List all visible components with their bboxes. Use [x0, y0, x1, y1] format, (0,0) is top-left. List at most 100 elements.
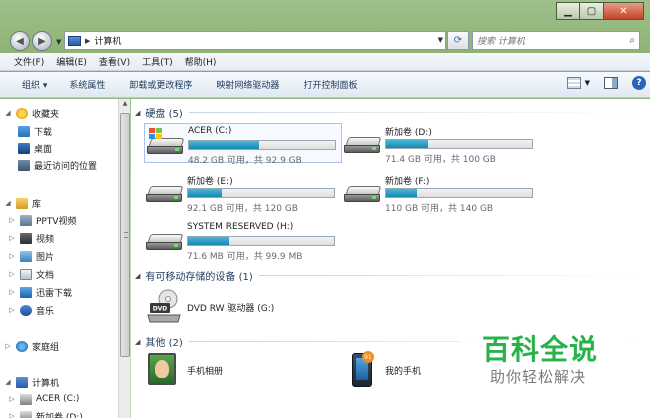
open-control-panel-button[interactable]: 打开控制面板 [303, 78, 357, 91]
expand-arrow-icon[interactable]: ▷ [4, 288, 20, 296]
view-options-dropdown-icon[interactable]: ▼ [585, 79, 590, 87]
maximize-button[interactable]: ▢ [580, 2, 604, 20]
sidebar-item-videos[interactable]: ▷ 视频 [0, 230, 118, 246]
change-view-icon[interactable] [566, 77, 581, 89]
help-icon[interactable]: ? [632, 76, 646, 90]
collapse-arrow-icon[interactable]: ◢ [135, 338, 140, 346]
sidebar-item-homegroup[interactable]: ▷ 家庭组 [0, 338, 118, 354]
hard-drive-icon [20, 410, 32, 418]
explorer-window: ▁ ▢ ✕ ◀ ▶ ▼ ▶ 计算机 ▼ ⟳ 搜索 计算机 ⌕ 文件(F) 编辑(… [0, 0, 650, 418]
drive-tile-e[interactable]: 新加卷 (E:) 92.1 GB 可用，共 120 GB [144, 172, 342, 214]
drive-usage-bar [385, 139, 533, 149]
minimize-button[interactable]: ▁ [556, 2, 580, 20]
scroll-up-icon[interactable]: ▲ [120, 100, 130, 110]
breadcrumb-computer[interactable]: 计算机 [94, 34, 121, 47]
search-icon[interactable]: ⌕ [629, 35, 635, 46]
preview-pane-icon[interactable] [604, 77, 618, 89]
desktop-icon [18, 142, 30, 154]
svg-text:DVD: DVD [153, 306, 168, 313]
collapse-arrow-icon[interactable]: ◢ [0, 378, 16, 386]
close-button[interactable]: ✕ [604, 2, 644, 20]
drive-usage-fill [386, 140, 429, 148]
menu-tools[interactable]: 工具(T) [142, 55, 173, 68]
uninstall-program-button[interactable]: 卸载或更改程序 [129, 78, 192, 91]
group-divider [258, 275, 640, 276]
sidebar-item-documents[interactable]: ▷ 文档 [0, 266, 118, 282]
drive-tile-c[interactable]: ACER (C:) 48.2 GB 可用，共 92.9 GB [144, 123, 342, 166]
forward-button[interactable]: ▶ [32, 31, 52, 51]
drive-usage-fill [189, 141, 260, 149]
dvd-drive-tile[interactable]: DVD DVD RW 驱动器 (G:) [144, 287, 342, 329]
expand-arrow-icon[interactable]: ▷ [4, 216, 20, 224]
address-bar[interactable]: ▶ 计算机 ▼ [64, 31, 446, 50]
sidebar-item-pictures[interactable]: ▷ 图片 [0, 248, 118, 264]
breadcrumb-separator-icon[interactable]: ▶ [85, 37, 90, 45]
sidebar-item-favorites[interactable]: ◢ 收藏夹 [0, 105, 118, 121]
search-input[interactable]: 搜索 计算机 ⌕ [472, 31, 640, 50]
menu-file[interactable]: 文件(F) [14, 55, 44, 68]
scrollbar-thumb[interactable] [120, 113, 130, 357]
hard-drive-icon [344, 186, 382, 204]
navigation-pane: ◢ 收藏夹 下载 桌面 最近访问的位置 ◢ 库 ▷ PPTV视频 ▷ 视频 ▷ … [0, 99, 118, 418]
drive-name: 新加卷 (E:) [187, 177, 233, 187]
collapse-arrow-icon[interactable]: ◢ [135, 272, 140, 280]
menu-view[interactable]: 查看(V) [99, 55, 130, 68]
organize-button[interactable]: 组织 ▾ [22, 78, 47, 91]
removable-group-header[interactable]: ◢ 有可移动存储的设备 (1) [135, 268, 640, 283]
collapse-arrow-icon[interactable]: ◢ [0, 109, 16, 117]
sidebar-item-pptv-video[interactable]: ▷ PPTV视频 [0, 212, 118, 228]
sidebar-item-label: 视频 [36, 234, 55, 245]
recent-pages-dropdown[interactable]: ▼ [56, 38, 61, 46]
sidebar-item-label: 家庭组 [32, 342, 60, 353]
menu-edit[interactable]: 编辑(E) [56, 55, 87, 68]
drive-tile-h[interactable]: SYSTEM RESERVED (H:) 71.6 MB 可用，共 99.9 M… [144, 220, 342, 262]
collapse-arrow-icon[interactable]: ◢ [0, 199, 16, 207]
expand-arrow-icon[interactable]: ▷ [4, 252, 20, 260]
search-placeholder: 搜索 计算机 [477, 37, 525, 47]
address-dropdown-icon[interactable]: ▼ [438, 36, 443, 44]
hard-drive-icon [147, 138, 185, 156]
phone-album-item[interactable]: 手机相册 [144, 351, 342, 389]
sidebar-item-label: 文档 [36, 270, 55, 281]
navigation-scrollbar[interactable]: ▲ [118, 99, 130, 418]
sidebar-item-drive-c[interactable]: ▷ ACER (C:) [0, 391, 118, 407]
menu-help[interactable]: 帮助(H) [185, 55, 217, 68]
drive-free-space: 71.6 MB 可用，共 99.9 MB [187, 252, 303, 262]
sidebar-item-recent-places[interactable]: 最近访问的位置 [0, 157, 118, 173]
drive-tile-d[interactable]: 新加卷 (D:) 71.4 GB 可用，共 100 GB [342, 123, 540, 165]
hard-disks-group-header[interactable]: ◢ 硬盘 (5) [135, 105, 640, 120]
sidebar-item-label: 收藏夹 [32, 109, 60, 120]
expand-arrow-icon[interactable]: ▷ [4, 270, 20, 278]
item-label: 我的手机 [385, 367, 422, 377]
sidebar-item-drive-d[interactable]: ▷ 新加卷 (D:) [0, 408, 118, 418]
star-icon [16, 107, 28, 119]
refresh-button[interactable]: ⟳ [447, 31, 469, 50]
expand-arrow-icon[interactable]: ▷ [4, 412, 20, 418]
group-label: 硬盘 (5) [145, 109, 183, 120]
map-network-drive-button[interactable]: 映射网络驱动器 [216, 78, 279, 91]
sidebar-item-desktop[interactable]: 桌面 [0, 140, 118, 156]
film-icon [20, 232, 32, 244]
drive-tile-f[interactable]: 新加卷 (F:) 110 GB 可用，共 140 GB [342, 172, 540, 214]
dvd-drive-name: DVD RW 驱动器 (G:) [187, 304, 275, 314]
back-button[interactable]: ◀ [10, 31, 30, 51]
sidebar-item-label: 新加卷 (D:) [36, 412, 83, 418]
system-properties-button[interactable]: 系统属性 [69, 78, 105, 91]
watermark-subtitle: 助你轻松解决 [490, 368, 587, 386]
sidebar-item-libraries[interactable]: ◢ 库 [0, 195, 118, 211]
item-label: 手机相册 [187, 367, 224, 377]
sidebar-item-label: PPTV视频 [36, 216, 77, 227]
sidebar-item-downloads[interactable]: 下载 [0, 123, 118, 139]
sidebar-item-computer[interactable]: ◢ 计算机 [0, 374, 118, 390]
drive-name: SYSTEM RESERVED (H:) [187, 222, 294, 232]
menu-bar: 文件(F) 编辑(E) 查看(V) 工具(T) 帮助(H) [0, 53, 650, 71]
hard-drive-icon [146, 234, 184, 252]
collapse-arrow-icon[interactable]: ◢ [135, 109, 140, 117]
expand-arrow-icon[interactable]: ▷ [0, 342, 16, 350]
expand-arrow-icon[interactable]: ▷ [4, 306, 20, 314]
expand-arrow-icon[interactable]: ▷ [4, 395, 20, 403]
expand-arrow-icon[interactable]: ▷ [4, 234, 20, 242]
sidebar-item-thunder-downloads[interactable]: ▷ 迅雷下载 [0, 284, 118, 300]
homegroup-icon [16, 340, 28, 352]
sidebar-item-music[interactable]: ▷ 音乐 [0, 302, 118, 318]
